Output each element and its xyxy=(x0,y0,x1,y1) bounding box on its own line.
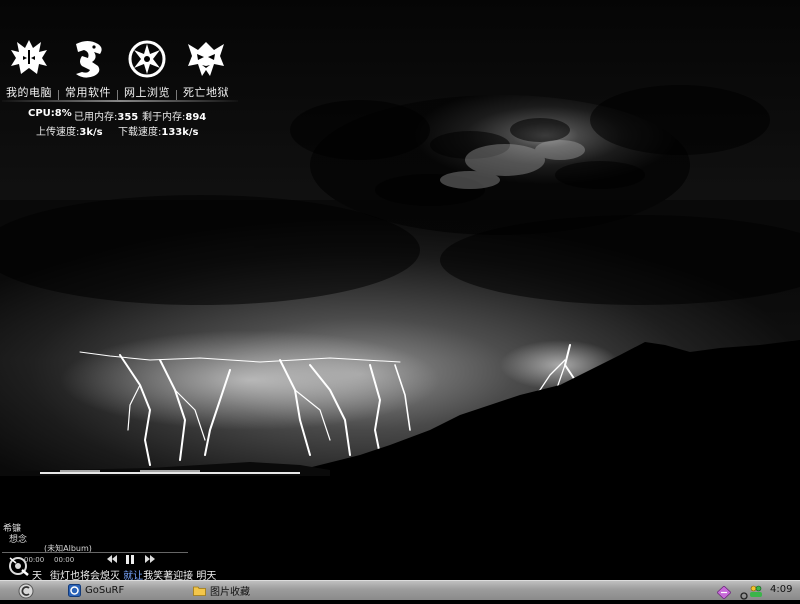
taskbar-item-label: GoSuRF xyxy=(85,585,125,596)
time-total: 00:00 xyxy=(54,556,75,564)
player-progress-track[interactable] xyxy=(2,552,188,553)
desktop-shortcut-bar: 我的电脑 常用软件 网上浏览 死亡地狱 xyxy=(0,36,240,102)
desktop-icon-web-browse[interactable]: 网上浏览 xyxy=(118,36,176,102)
tray-pen-icon[interactable] xyxy=(716,584,732,603)
desktop-icon-label: 我的电脑 xyxy=(6,86,52,99)
desktop-icon-label: 网上浏览 xyxy=(124,86,170,99)
free-memory: 剩于内存:894 xyxy=(142,108,206,123)
desktop-icon-label: 常用软件 xyxy=(65,86,111,99)
tray-people-icon[interactable] xyxy=(749,583,763,602)
taskbar-item-gosurf[interactable]: GoSuRF xyxy=(68,582,124,599)
dock-base-line xyxy=(2,100,238,102)
previous-track-button[interactable] xyxy=(107,555,117,565)
cpu-label: CPU: xyxy=(28,108,55,119)
upload-speed-value: 3k/s xyxy=(79,127,103,138)
circle-o-icon xyxy=(740,592,748,600)
tribal-circle-icon xyxy=(128,40,166,78)
used-memory-label: 已用内存: xyxy=(74,112,118,123)
previous-icon xyxy=(107,555,117,563)
free-memory-label: 剩于内存: xyxy=(142,112,186,123)
users-icon xyxy=(750,585,762,597)
download-speed-value: 133k/s xyxy=(161,127,199,138)
desktop-icon-death-hell[interactable]: 死亡地狱 xyxy=(177,36,235,102)
demon-face-icon xyxy=(188,42,224,76)
side-lyric-line: 想念 xyxy=(9,535,28,545)
pause-button[interactable] xyxy=(126,555,134,566)
music-player-icon xyxy=(9,557,29,576)
folder-icon xyxy=(193,586,206,596)
upload-speed-label: 上传速度: xyxy=(36,127,80,138)
dragon-icon xyxy=(76,41,102,78)
start-orb-icon xyxy=(18,583,34,599)
free-memory-value: 894 xyxy=(185,112,207,123)
taskbar-clock: 4:09 xyxy=(770,584,793,595)
taskbar-item-label: 图片收藏 xyxy=(210,587,250,598)
player-logo-button[interactable] xyxy=(8,556,30,580)
tribal-mask-icon xyxy=(11,40,47,74)
used-memory: 已用内存:355 xyxy=(74,108,138,123)
next-icon xyxy=(145,555,155,563)
download-speed: 下载速度:133k/s xyxy=(118,123,199,138)
upload-speed: 上传速度:3k/s xyxy=(36,123,103,138)
taskbar-item-picture-folder[interactable]: 图片收藏 xyxy=(193,582,250,599)
gosurf-icon xyxy=(68,584,81,597)
used-memory-value: 355 xyxy=(117,112,139,123)
cpu-usage: CPU:8% xyxy=(28,108,72,119)
taskbar: GoSuRF 图片收藏 4:09 xyxy=(0,580,800,600)
cpu-value: 8% xyxy=(54,108,72,119)
start-button[interactable] xyxy=(18,583,34,599)
system-tray: 4:09 xyxy=(714,581,800,600)
next-track-button[interactable] xyxy=(145,555,155,565)
tray-input-indicator[interactable] xyxy=(740,585,748,604)
desktop-icon-my-computer[interactable]: 我的电脑 xyxy=(0,36,58,102)
download-speed-label: 下载速度: xyxy=(118,127,162,138)
desktop-icon-label: 死亡地狱 xyxy=(183,86,229,99)
pause-icon xyxy=(126,555,134,564)
desktop-icon-common-software[interactable]: 常用软件 xyxy=(59,36,117,102)
diamond-pen-icon xyxy=(716,585,732,600)
